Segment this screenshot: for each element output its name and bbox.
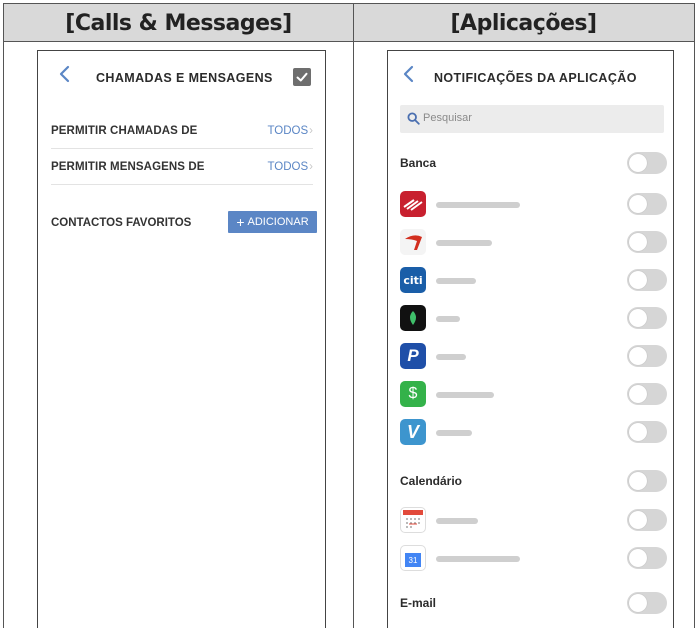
app-toggle[interactable] xyxy=(627,547,667,569)
checkmark-icon[interactable] xyxy=(293,68,311,86)
mint-icon xyxy=(400,305,426,331)
table-header-row: [Calls & Messages] [Aplicações] xyxy=(4,4,694,42)
section-email-label: E-mail xyxy=(400,596,437,610)
app-toggle[interactable] xyxy=(627,345,667,367)
app-toggle[interactable] xyxy=(627,421,667,443)
capital-one-icon xyxy=(400,229,426,255)
section-email-toggle[interactable] xyxy=(627,592,667,614)
allow-messages-value[interactable]: TODOS› xyxy=(267,161,313,173)
screen-title: NOTIFICAÇÕES DA APLICAÇÃO xyxy=(434,71,637,85)
section-banca-toggle[interactable] xyxy=(627,152,667,174)
app-name-redacted xyxy=(436,518,478,524)
search-icon xyxy=(407,112,420,125)
section-calendario-toggle[interactable] xyxy=(627,470,667,492)
bank-of-america-icon xyxy=(400,191,426,217)
square-cash-icon: $ xyxy=(400,381,426,407)
back-chevron-icon[interactable] xyxy=(58,65,72,83)
calls-messages-screen: CHAMADAS E MENSAGENS PERMITIR CHAMADAS D… xyxy=(37,50,326,628)
search-input[interactable]: Pesquisar xyxy=(400,105,664,133)
header-calls-messages: [Calls & Messages] xyxy=(65,10,292,36)
search-placeholder: Pesquisar xyxy=(423,112,472,124)
allow-calls-label: PERMITIR CHAMADAS DE xyxy=(51,125,198,137)
app-name-redacted xyxy=(436,316,460,322)
header-aplicacoes: [Aplicações] xyxy=(450,10,597,36)
app-name-redacted xyxy=(436,392,494,398)
allow-calls-row[interactable]: PERMITIR CHAMADAS DE TODOS› xyxy=(51,113,313,149)
section-calendario-label: Calendário xyxy=(400,474,463,488)
allow-messages-row[interactable]: PERMITIR MENSAGENS DE TODOS› xyxy=(51,149,313,185)
chevron-right-icon: › xyxy=(309,161,313,173)
app-notifications-screen: NOTIFICAÇÕES DA APLICAÇÃO Pesquisar Banc… xyxy=(387,50,674,628)
app-name-redacted xyxy=(436,202,520,208)
app-name-redacted xyxy=(436,556,520,562)
app-toggle[interactable] xyxy=(627,383,667,405)
section-banca-label: Banca xyxy=(400,156,437,170)
calendar-icon xyxy=(400,507,426,533)
app-name-redacted xyxy=(436,430,472,436)
add-contact-button[interactable]: + ADICIONAR xyxy=(228,211,317,233)
screen-header: CHAMADAS E MENSAGENS xyxy=(38,51,325,97)
app-name-redacted xyxy=(436,240,492,246)
chevron-right-icon: › xyxy=(309,125,313,137)
favorite-contacts-label: CONTACTOS FAVORITOS xyxy=(51,217,192,229)
plus-icon: + xyxy=(236,214,245,230)
app-name-redacted xyxy=(436,354,466,360)
allow-messages-label: PERMITIR MENSAGENS DE xyxy=(51,161,205,173)
app-name-redacted xyxy=(436,278,476,284)
comparison-table: [Calls & Messages] [Aplicações] CHAMADAS… xyxy=(3,3,695,628)
citi-icon: citi xyxy=(400,267,426,293)
app-toggle[interactable] xyxy=(627,231,667,253)
back-chevron-icon[interactable] xyxy=(402,65,416,83)
column-divider xyxy=(353,4,354,628)
app-toggle[interactable] xyxy=(627,307,667,329)
google-calendar-icon: 31 xyxy=(400,545,426,571)
allow-calls-value[interactable]: TODOS› xyxy=(267,125,313,137)
paypal-icon: P xyxy=(400,343,426,369)
app-toggle[interactable] xyxy=(627,269,667,291)
app-toggle[interactable] xyxy=(627,509,667,531)
screen-title: CHAMADAS E MENSAGENS xyxy=(96,71,273,85)
app-toggle[interactable] xyxy=(627,193,667,215)
venmo-icon: V xyxy=(400,419,426,445)
add-button-label: ADICIONAR xyxy=(247,216,309,228)
